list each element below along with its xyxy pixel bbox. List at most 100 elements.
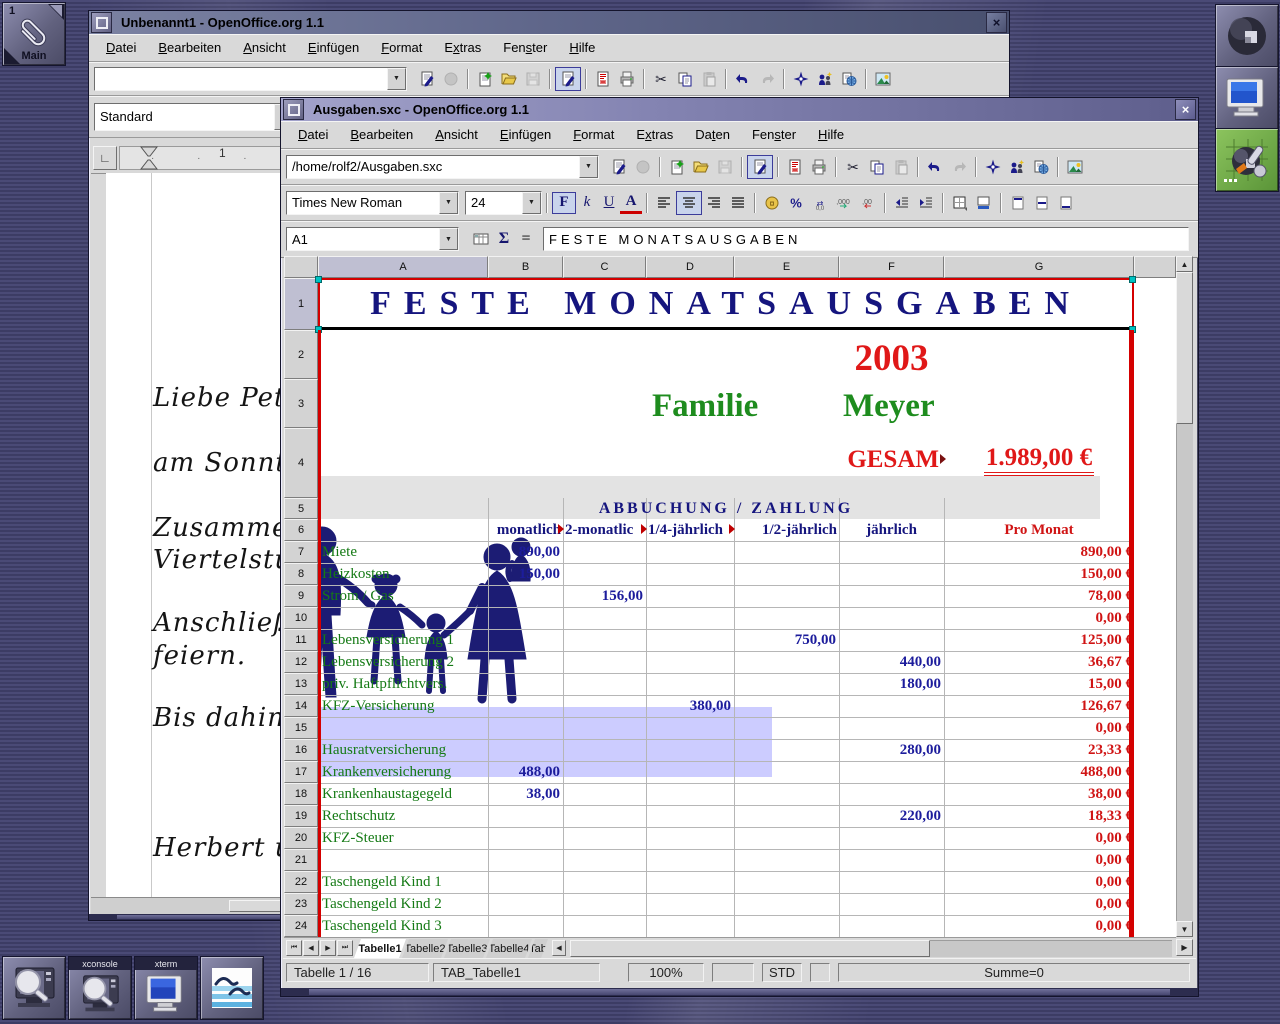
row-header-1[interactable]: 1 bbox=[284, 278, 318, 330]
first-sheet-icon[interactable]: ⏮ bbox=[286, 940, 302, 956]
menu-bearbeiten[interactable]: Bearbeiten bbox=[339, 121, 424, 148]
row-header-24[interactable]: 24 bbox=[284, 915, 318, 937]
align-left-icon[interactable] bbox=[652, 192, 676, 214]
borders-icon[interactable] bbox=[948, 192, 972, 214]
cell-F19[interactable]: 220,00 bbox=[839, 805, 944, 827]
wm-clip[interactable]: 1 Main bbox=[2, 2, 66, 66]
menu-datei[interactable]: Datei bbox=[287, 121, 339, 148]
cell-G17[interactable]: 488,00 € bbox=[944, 761, 1134, 783]
dock-tile-paint[interactable] bbox=[1215, 128, 1279, 192]
sheet-tab-tab[interactable]: Tab bbox=[528, 939, 548, 958]
align-center-vertical-icon[interactable] bbox=[1030, 192, 1054, 214]
function-wizard-icon[interactable] bbox=[469, 228, 493, 250]
horizontal-scroll-thumb[interactable] bbox=[570, 940, 930, 957]
corner-header[interactable] bbox=[284, 256, 318, 278]
row-label-9[interactable]: Strom / Gas bbox=[320, 585, 488, 607]
last-sheet-icon[interactable]: ⏭ bbox=[337, 940, 353, 956]
row-header-15[interactable]: 15 bbox=[284, 717, 318, 739]
row-header-3[interactable]: 3 bbox=[284, 379, 318, 428]
row-header-23[interactable]: 23 bbox=[284, 893, 318, 915]
font-size-combobox[interactable]: 24 ▼ bbox=[465, 191, 542, 215]
status-selection-mode[interactable]: STD bbox=[762, 963, 802, 982]
row-header-16[interactable]: 16 bbox=[284, 739, 318, 761]
paste-icon[interactable] bbox=[889, 156, 913, 178]
close-icon[interactable]: × bbox=[986, 12, 1007, 33]
vertical-scroll-thumb[interactable] bbox=[1176, 272, 1193, 424]
print-preview-icon[interactable] bbox=[807, 156, 831, 178]
new-document-icon[interactable] bbox=[473, 68, 497, 90]
row-header-13[interactable]: 13 bbox=[284, 673, 318, 695]
cell-B18[interactable]: 38,00 bbox=[488, 783, 563, 805]
cell-C9[interactable]: 156,00 bbox=[563, 585, 646, 607]
scroll-down-icon[interactable]: ▼ bbox=[1176, 921, 1193, 937]
open-document-icon[interactable] bbox=[689, 156, 713, 178]
cell-G19[interactable]: 18,33 € bbox=[944, 805, 1134, 827]
cell-E11[interactable]: 750,00 bbox=[734, 629, 839, 651]
selection-handle[interactable] bbox=[315, 276, 322, 283]
standard-format-icon[interactable]: ⇄0,0 bbox=[808, 192, 832, 214]
stop-loading-icon[interactable] bbox=[631, 156, 655, 178]
align-justify-icon[interactable] bbox=[726, 192, 750, 214]
cell-F16[interactable]: 280,00 bbox=[839, 739, 944, 761]
increase-indent-icon[interactable] bbox=[914, 192, 938, 214]
gallery-icon[interactable] bbox=[813, 68, 837, 90]
row-label-17[interactable]: Krankenversicherung bbox=[320, 761, 488, 783]
scroll-right-icon[interactable]: ▶ bbox=[1176, 939, 1193, 956]
sheet-tab-tabelle2[interactable]: Tabelle2 bbox=[402, 939, 448, 958]
stop-loading-icon[interactable] bbox=[439, 68, 463, 90]
new-document-icon[interactable] bbox=[665, 156, 689, 178]
cell-G13[interactable]: 15,00 € bbox=[944, 673, 1134, 695]
row-label-23[interactable]: Taschengeld Kind 2 bbox=[320, 893, 488, 915]
row-label-16[interactable]: Hausratversicherung bbox=[320, 739, 488, 761]
cell-B8[interactable]: 150,00 bbox=[488, 563, 563, 585]
hyperlink-icon[interactable] bbox=[837, 68, 861, 90]
row-header-18[interactable]: 18 bbox=[284, 783, 318, 805]
edit-file-icon[interactable] bbox=[415, 68, 439, 90]
dock-tile-magnifier-1[interactable] bbox=[2, 956, 66, 1020]
scroll-up-icon[interactable]: ▲ bbox=[1176, 256, 1193, 272]
gallery-icon[interactable] bbox=[1005, 156, 1029, 178]
cell-F12[interactable]: 440,00 bbox=[839, 651, 944, 673]
menu-format[interactable]: Format bbox=[370, 34, 433, 61]
menu-bearbeiten[interactable]: Bearbeiten bbox=[147, 34, 232, 61]
cell-G23[interactable]: 0,00 € bbox=[944, 893, 1134, 915]
undo-icon[interactable] bbox=[923, 156, 947, 178]
row-header-2[interactable]: 2 bbox=[284, 330, 318, 379]
row-header-21[interactable]: 21 bbox=[284, 849, 318, 871]
row-label-14[interactable]: KFZ-Versicherung bbox=[320, 695, 488, 717]
cell-G12[interactable]: 36,67 € bbox=[944, 651, 1134, 673]
menu-einfügen[interactable]: Einfügen bbox=[297, 34, 370, 61]
menu-format[interactable]: Format bbox=[562, 121, 625, 148]
row-label-8[interactable]: Heizkosten bbox=[320, 563, 488, 585]
column-header-A[interactable]: A bbox=[318, 256, 488, 278]
align-right-icon[interactable] bbox=[702, 192, 726, 214]
sheet-tab-tabelle3[interactable]: Tabelle3 bbox=[444, 939, 490, 958]
sum-button[interactable]: Σ bbox=[493, 229, 515, 249]
cell-G21[interactable]: 0,00 € bbox=[944, 849, 1134, 871]
clip-next-arrow[interactable] bbox=[48, 4, 64, 20]
row-label-24[interactable]: Taschengeld Kind 3 bbox=[320, 915, 488, 937]
chevron-down-icon[interactable]: ▼ bbox=[439, 192, 458, 214]
column-header-C[interactable]: C bbox=[563, 256, 646, 278]
decrease-indent-icon[interactable] bbox=[890, 192, 914, 214]
column-header-G[interactable]: G bbox=[944, 256, 1134, 278]
cell-G20[interactable]: 0,00 € bbox=[944, 827, 1134, 849]
row-header-22[interactable]: 22 bbox=[284, 871, 318, 893]
redo-icon[interactable] bbox=[947, 156, 971, 178]
row-label-11[interactable]: Lebensversicherung 1 bbox=[320, 629, 488, 651]
url-combobox[interactable]: /home/rolf2/Ausgaben.sxc ▼ bbox=[286, 155, 599, 179]
column-header-F[interactable]: F bbox=[839, 256, 944, 278]
row-header-8[interactable]: 8 bbox=[284, 563, 318, 585]
menu-hilfe[interactable]: Hilfe bbox=[807, 121, 855, 148]
column-header-D[interactable]: D bbox=[646, 256, 734, 278]
cell-F13[interactable]: 180,00 bbox=[839, 673, 944, 695]
menu-hilfe[interactable]: Hilfe bbox=[558, 34, 606, 61]
status-insert-mode[interactable] bbox=[712, 963, 754, 982]
formula-input[interactable]: FESTE MONATSAUSGABEN bbox=[543, 227, 1189, 251]
row-label-19[interactable]: Rechtschutz bbox=[320, 805, 488, 827]
calc-resizebar[interactable] bbox=[281, 988, 1198, 996]
row-header-6[interactable]: 6 bbox=[284, 519, 318, 541]
cut-icon[interactable]: ✂ bbox=[841, 156, 865, 178]
insert-graphics-icon[interactable] bbox=[871, 68, 895, 90]
cell-G9[interactable]: 78,00 € bbox=[944, 585, 1134, 607]
